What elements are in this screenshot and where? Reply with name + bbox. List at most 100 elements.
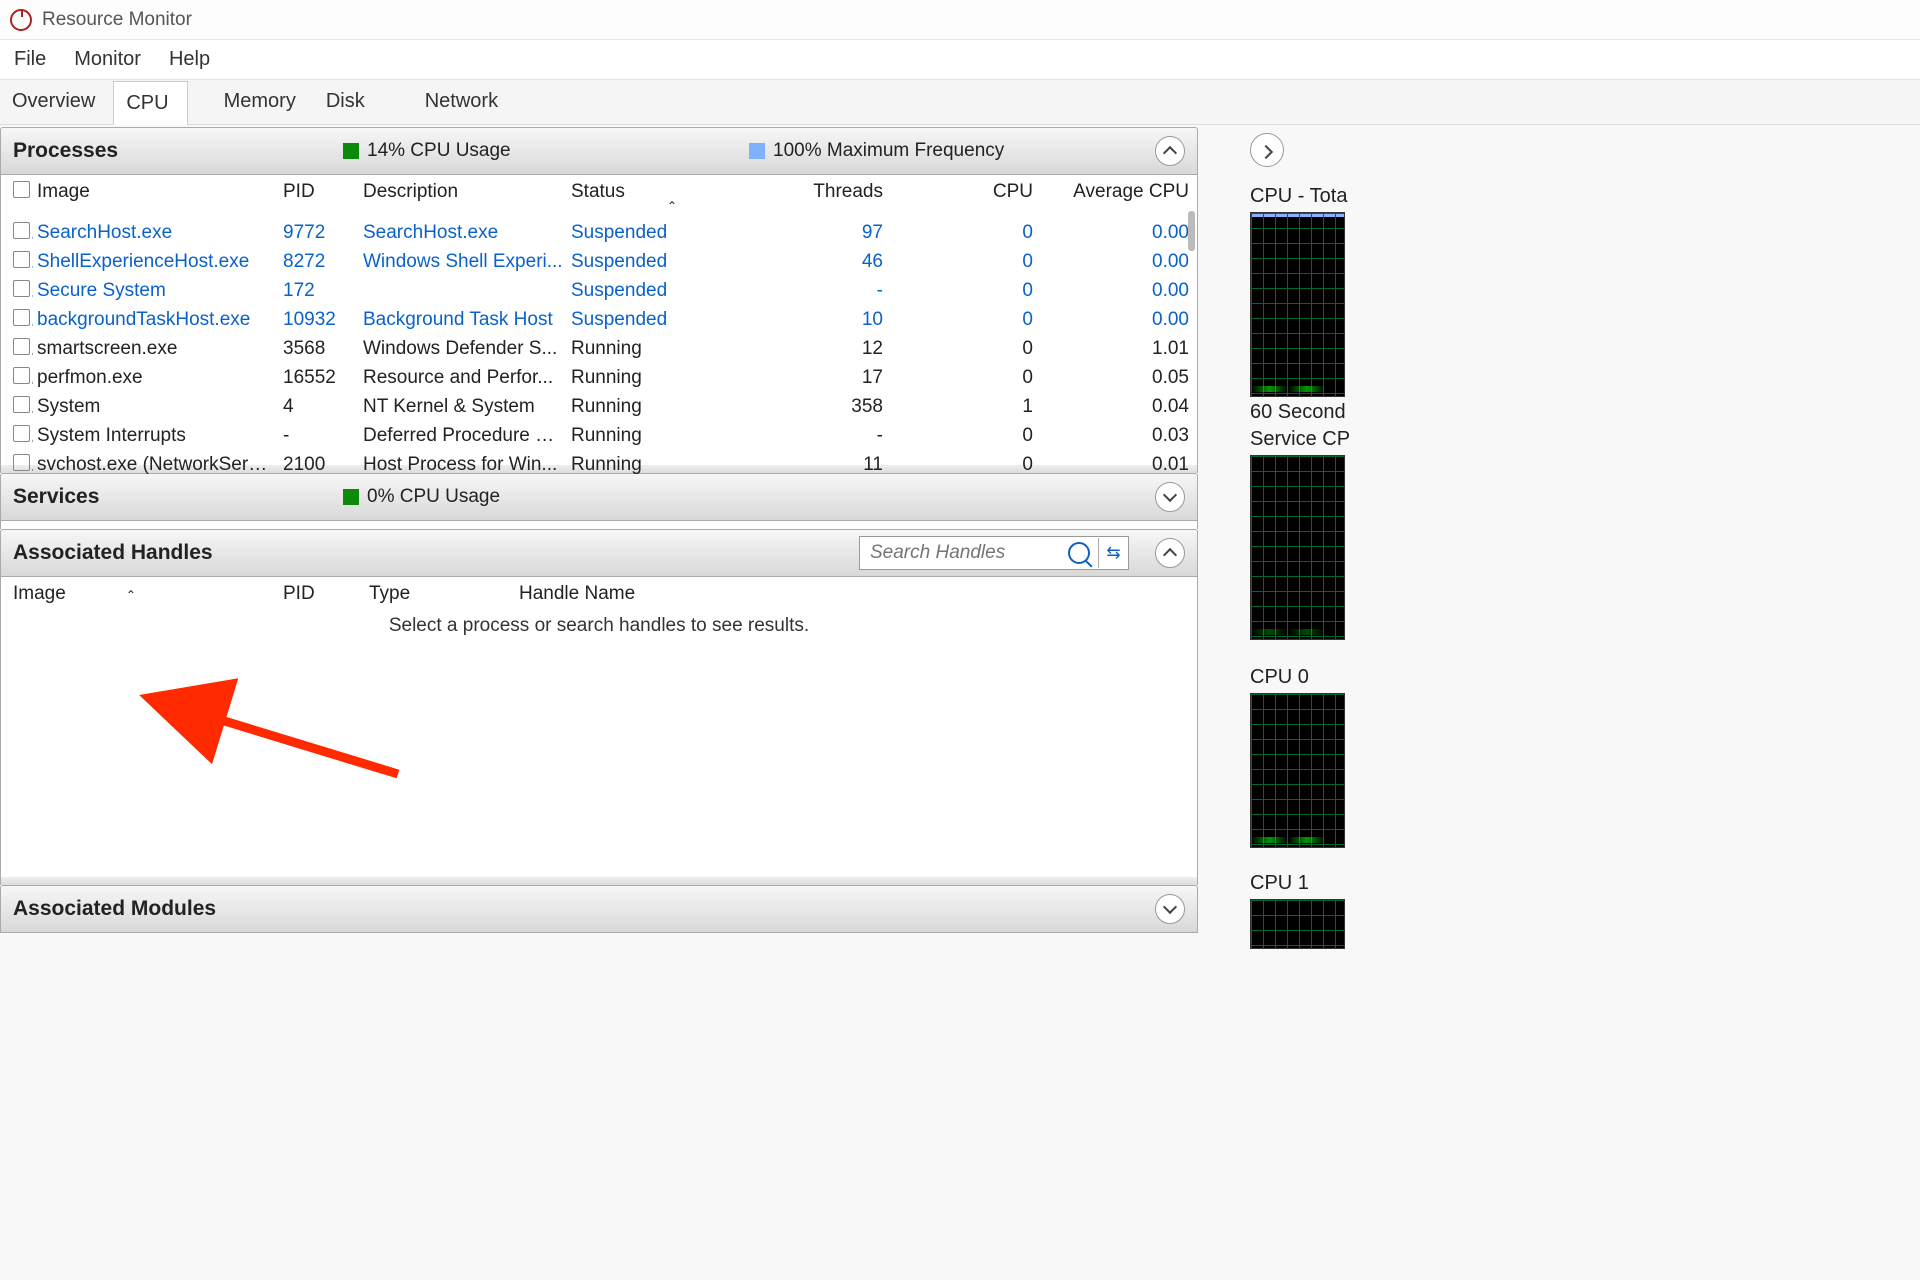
chevron-down-icon: [1163, 900, 1177, 914]
handles-empty-message: Select a process or search handles to se…: [1, 615, 1197, 637]
table-row[interactable]: smartscreen.exe3568Windows Defender S...…: [1, 335, 1197, 364]
cell-description: SearchHost.exe: [359, 222, 567, 245]
cell-image: svchost.exe (NetworkService...: [33, 454, 279, 477]
table-row[interactable]: perfmon.exe16552Resource and Perfor...Ru…: [1, 364, 1197, 393]
cell-image: System Interrupts: [33, 425, 279, 448]
table-row[interactable]: Secure System172Suspended-00.00: [1, 277, 1197, 306]
cell-avg: 1.01: [1037, 338, 1193, 361]
handles-header[interactable]: Associated Handles ⇆: [0, 529, 1198, 577]
services-expand-button[interactable]: [1155, 482, 1185, 512]
cell-threads: 46: [777, 251, 887, 274]
tab-memory[interactable]: Memory: [212, 80, 314, 124]
cell-status: Suspended: [567, 222, 777, 245]
table-row[interactable]: svchost.exe (NetworkService...2100Host P…: [1, 451, 1197, 480]
side-label-service: Service CP: [1250, 428, 1920, 451]
row-checkbox[interactable]: [13, 251, 30, 268]
menu-monitor[interactable]: Monitor: [74, 48, 141, 71]
processes-table-header: Image PID Description Status⌃ Threads CP…: [1, 175, 1197, 219]
modules-header[interactable]: Associated Modules: [0, 885, 1198, 933]
row-checkbox[interactable]: [13, 425, 30, 442]
cell-status: Running: [567, 454, 777, 477]
hcol-image[interactable]: Image⌃: [13, 583, 283, 605]
cell-pid: 4: [279, 396, 359, 419]
cell-description: Windows Defender S...: [359, 338, 567, 361]
col-description[interactable]: Description: [359, 181, 567, 213]
table-row[interactable]: System Interrupts-Deferred Procedure C..…: [1, 422, 1197, 451]
search-handles-input[interactable]: [860, 538, 1060, 568]
chart-service-cpu: [1250, 455, 1345, 640]
cell-image: smartscreen.exe: [33, 338, 279, 361]
cell-threads: -: [777, 280, 887, 303]
cell-avg: 0.00: [1037, 251, 1193, 274]
handles-table-header: Image⌃ PID Type Handle Name: [1, 577, 1197, 615]
table-row[interactable]: ShellExperienceHost.exe8272Windows Shell…: [1, 248, 1197, 277]
menu-help[interactable]: Help: [169, 48, 210, 71]
hcol-type[interactable]: Type: [369, 583, 519, 605]
tab-network[interactable]: Network: [413, 80, 516, 124]
col-pid[interactable]: PID: [279, 181, 359, 213]
col-threads[interactable]: Threads: [777, 181, 887, 213]
side-label-cpu0: CPU 0: [1250, 666, 1920, 689]
table-row[interactable]: System4NT Kernel & SystemRunning35810.04: [1, 393, 1197, 422]
tab-cpu[interactable]: CPU: [113, 81, 187, 125]
tab-overview[interactable]: Overview: [0, 80, 113, 124]
row-checkbox[interactable]: [13, 280, 30, 297]
menu-file[interactable]: File: [14, 48, 46, 71]
side-label-cpu-total: CPU - Tota: [1250, 185, 1920, 208]
cell-cpu: 0: [887, 309, 1037, 332]
hcol-handle-name[interactable]: Handle Name: [519, 583, 1185, 605]
chevron-down-icon: [1163, 488, 1177, 502]
modules-expand-button[interactable]: [1155, 894, 1185, 924]
refresh-search-button[interactable]: ⇆: [1098, 538, 1128, 568]
menubar: File Monitor Help: [0, 40, 1920, 80]
cpu-usage-text: 14% CPU Usage: [367, 140, 511, 162]
search-icon[interactable]: [1068, 542, 1090, 564]
cell-status: Running: [567, 338, 777, 361]
row-checkbox[interactable]: [13, 338, 30, 355]
cell-description: [359, 280, 567, 303]
row-checkbox[interactable]: [13, 454, 30, 471]
select-all-checkbox[interactable]: [13, 181, 30, 198]
titlebar: Resource Monitor: [0, 0, 1920, 40]
row-checkbox[interactable]: [13, 222, 30, 239]
col-cpu[interactable]: CPU: [887, 181, 1037, 213]
cell-cpu: 0: [887, 338, 1037, 361]
cell-cpu: 1: [887, 396, 1037, 419]
processes-header[interactable]: Processes 14% CPU Usage 100% Maximum Fre…: [0, 127, 1198, 175]
search-handles-box: ⇆: [859, 536, 1129, 570]
cell-pid: 172: [279, 280, 359, 303]
processes-scrollbar[interactable]: [1188, 211, 1195, 251]
col-status[interactable]: Status⌃: [567, 181, 777, 213]
row-checkbox[interactable]: [13, 396, 30, 413]
cell-status: Suspended: [567, 309, 777, 332]
col-avg-cpu[interactable]: Average CPU: [1037, 181, 1193, 213]
modules-title: Associated Modules: [13, 897, 323, 921]
cell-avg: 0.00: [1037, 280, 1193, 303]
cell-avg: 0.04: [1037, 396, 1193, 419]
side-expand-button[interactable]: [1250, 133, 1284, 167]
row-checkbox[interactable]: [13, 309, 30, 326]
cell-cpu: 0: [887, 367, 1037, 390]
hcol-pid[interactable]: PID: [283, 583, 369, 605]
handles-collapse-button[interactable]: [1155, 538, 1185, 568]
cell-threads: 10: [777, 309, 887, 332]
services-usage-text: 0% CPU Usage: [367, 486, 500, 508]
table-row[interactable]: backgroundTaskHost.exe10932Background Ta…: [1, 306, 1197, 335]
max-freq-icon: [749, 143, 765, 159]
row-checkbox[interactable]: [13, 367, 30, 384]
services-usage-icon: [343, 489, 359, 505]
cell-pid: 8272: [279, 251, 359, 274]
cell-pid: 16552: [279, 367, 359, 390]
cell-pid: 2100: [279, 454, 359, 477]
cell-description: Host Process for Win...: [359, 454, 567, 477]
col-image[interactable]: Image: [33, 181, 279, 213]
processes-collapse-button[interactable]: [1155, 136, 1185, 166]
cell-threads: 17: [777, 367, 887, 390]
cell-description: Resource and Perfor...: [359, 367, 567, 390]
cell-threads: -: [777, 425, 887, 448]
chart-cpu1: [1250, 899, 1345, 949]
tab-disk[interactable]: Disk: [314, 80, 383, 124]
table-row[interactable]: SearchHost.exe9772SearchHost.exeSuspende…: [1, 219, 1197, 248]
cell-avg: 0.05: [1037, 367, 1193, 390]
services-header[interactable]: Services 0% CPU Usage: [0, 473, 1198, 521]
